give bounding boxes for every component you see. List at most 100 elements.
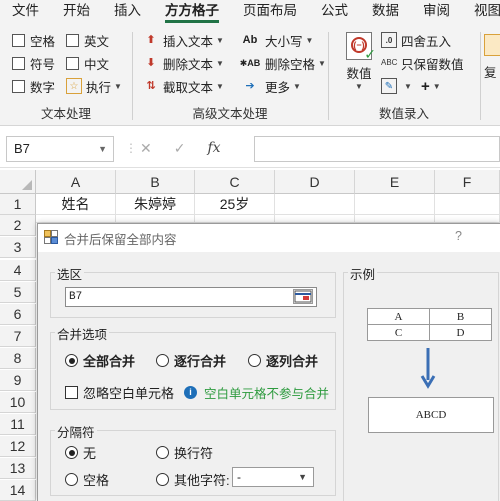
tab-page-layout[interactable]: 页面布局 <box>231 0 309 26</box>
value-label: 数值 <box>346 67 372 81</box>
tab-file[interactable]: 文件 <box>0 0 51 26</box>
radio-merge-column[interactable]: 逐列合并 <box>248 351 318 370</box>
tab-home[interactable]: 开始 <box>51 0 102 26</box>
radio-merge-row[interactable]: 逐行合并 <box>156 351 226 370</box>
column-header-a[interactable]: A <box>36 170 116 194</box>
cell-e1[interactable] <box>355 194 435 215</box>
row-header-11[interactable]: 11 <box>0 414 36 435</box>
row-header-14[interactable]: 14 <box>0 480 36 501</box>
delete-text-button[interactable]: ⬇ 删除文本 ▼ <box>143 53 224 73</box>
row-header-1[interactable]: 1 <box>0 194 36 215</box>
more-button[interactable]: ➔ 更多 ▼ <box>239 76 301 96</box>
checkbox-english[interactable]: 英文 <box>66 30 109 50</box>
cell-d2[interactable] <box>275 215 355 223</box>
checkbox-number[interactable]: 数字 <box>12 76 55 96</box>
copy-partial-button[interactable]: 复 <box>484 34 500 94</box>
case-icon: Ab <box>242 34 258 46</box>
cell-c1[interactable]: 25岁 <box>195 194 275 215</box>
dialog-title-bar[interactable]: 合并后保留全部内容 ? <box>38 224 500 252</box>
formula-input[interactable] <box>254 136 500 162</box>
execute-button[interactable]: ☆ 执行 ▼ <box>66 76 122 96</box>
tab-view[interactable]: 视图 <box>462 0 500 26</box>
column-header-c[interactable]: C <box>195 170 275 194</box>
checkbox-box <box>65 386 78 399</box>
row-header-4[interactable]: 4 <box>0 260 36 281</box>
radio-sep-other[interactable]: 其他字符: <box>156 470 230 489</box>
radio-label: 其他字符: <box>174 473 230 488</box>
radio-sep-none[interactable]: 无 <box>65 443 96 462</box>
value-button[interactable]: (−) ✓ 数值 ▼ <box>343 32 376 98</box>
column-header-f[interactable]: F <box>435 170 500 194</box>
radio-circle-selected <box>65 354 78 367</box>
checkbox-box <box>12 56 25 70</box>
row-header-6[interactable]: 6 <box>0 304 36 325</box>
cell-f1[interactable] <box>435 194 500 215</box>
drag-handle-icon[interactable]: ⋮ <box>125 141 137 155</box>
radio-merge-all[interactable]: 全部合并 <box>65 351 135 370</box>
range-input[interactable]: B7 <box>65 287 317 307</box>
tab-review[interactable]: 审阅 <box>411 0 462 26</box>
edit-cell-button[interactable]: ✎ ▼ <box>381 76 412 96</box>
name-box[interactable]: B7 ▼ <box>6 136 114 162</box>
button-label: 插入文本 <box>163 34 214 49</box>
plus-button[interactable]: + ▼ <box>421 76 441 96</box>
chevron-down-icon: ▼ <box>404 81 412 91</box>
row-header-10[interactable]: 10 <box>0 392 36 413</box>
row-header-2[interactable]: 2 <box>0 215 36 236</box>
tab-fangfang[interactable]: 方方格子 <box>153 0 231 26</box>
case-button[interactable]: Ab 大小写 ▼ <box>239 30 314 50</box>
cell-f2[interactable] <box>435 215 500 223</box>
row-header-3[interactable]: 3 <box>0 237 36 258</box>
row-header-9[interactable]: 9 <box>0 370 36 391</box>
cell-c2[interactable] <box>195 215 275 223</box>
extract-text-button[interactable]: ⇅ 截取文本 ▼ <box>143 76 224 96</box>
keep-value-button[interactable]: ABC 只保留数值 <box>381 53 464 73</box>
cell-b1[interactable]: 朱婷婷 <box>116 194 195 215</box>
select-all-corner[interactable] <box>0 170 36 194</box>
delete-space-button[interactable]: ✱AB 删除空格 ▼ <box>239 53 326 73</box>
radio-sep-space[interactable]: 空格 <box>65 470 109 489</box>
cell-a1[interactable]: 姓名 <box>36 194 116 215</box>
help-button[interactable]: ? <box>455 229 462 243</box>
checkbox-chinese[interactable]: 中文 <box>66 53 109 73</box>
checkbox-box <box>12 79 25 93</box>
arrow-down-icon <box>420 348 436 389</box>
row-header-13[interactable]: 13 <box>0 458 36 479</box>
row-header-5[interactable]: 5 <box>0 282 36 303</box>
checkbox-box <box>12 33 25 47</box>
merge-options-label: 合并选项 <box>55 324 110 343</box>
edit-icon: ✎ <box>381 78 397 94</box>
row-header-8[interactable]: 8 <box>0 348 36 369</box>
radio-sep-newline[interactable]: 换行符 <box>156 443 213 462</box>
column-header-e[interactable]: E <box>355 170 435 194</box>
other-separator-select[interactable]: - ▼ <box>232 467 314 487</box>
row-header-12[interactable]: 12 <box>0 436 36 457</box>
insert-text-button[interactable]: ⬆ 插入文本 ▼ <box>143 30 224 50</box>
example-label: 示例 <box>348 264 378 283</box>
tab-formulas[interactable]: 公式 <box>309 0 360 26</box>
range-picker-button[interactable] <box>293 289 313 304</box>
cell-b2[interactable] <box>116 215 195 223</box>
column-header-d[interactable]: D <box>275 170 355 194</box>
tab-insert[interactable]: 插入 <box>102 0 153 26</box>
ribbon: 空格 英文 符号 中文 数字 ☆ 执行 ▼ 文本处理 ⬆ 插入文本 ▼ ⬇ 删除文本 ▼ ⇅… <box>0 26 500 126</box>
chevron-down-icon: ▼ <box>293 81 301 91</box>
chevron-down-icon: ▼ <box>305 35 314 45</box>
confirm-icon[interactable]: ✓ <box>174 140 186 157</box>
delete-space-icon: ✱AB <box>239 58 261 68</box>
cell-e2[interactable] <box>355 215 435 223</box>
row-header-7[interactable]: 7 <box>0 326 36 347</box>
abc-icon: ABC <box>381 58 398 67</box>
radio-label: 逐列合并 <box>266 354 319 369</box>
checkbox-space[interactable]: 空格 <box>12 30 55 50</box>
tab-data[interactable]: 数据 <box>360 0 411 26</box>
checkbox-label: 数字 <box>30 80 56 95</box>
insert-function-icon[interactable]: fx <box>207 140 220 157</box>
cancel-icon[interactable]: ✕ <box>140 140 152 157</box>
checkbox-symbol[interactable]: 符号 <box>12 53 55 73</box>
ignore-blank-checkbox[interactable]: 忽略空白单元格 <box>65 383 174 402</box>
column-header-b[interactable]: B <box>116 170 195 194</box>
round-button[interactable]: .0 四舍五入 <box>381 30 451 50</box>
cell-d1[interactable] <box>275 194 355 215</box>
cell-a2[interactable] <box>36 215 116 223</box>
